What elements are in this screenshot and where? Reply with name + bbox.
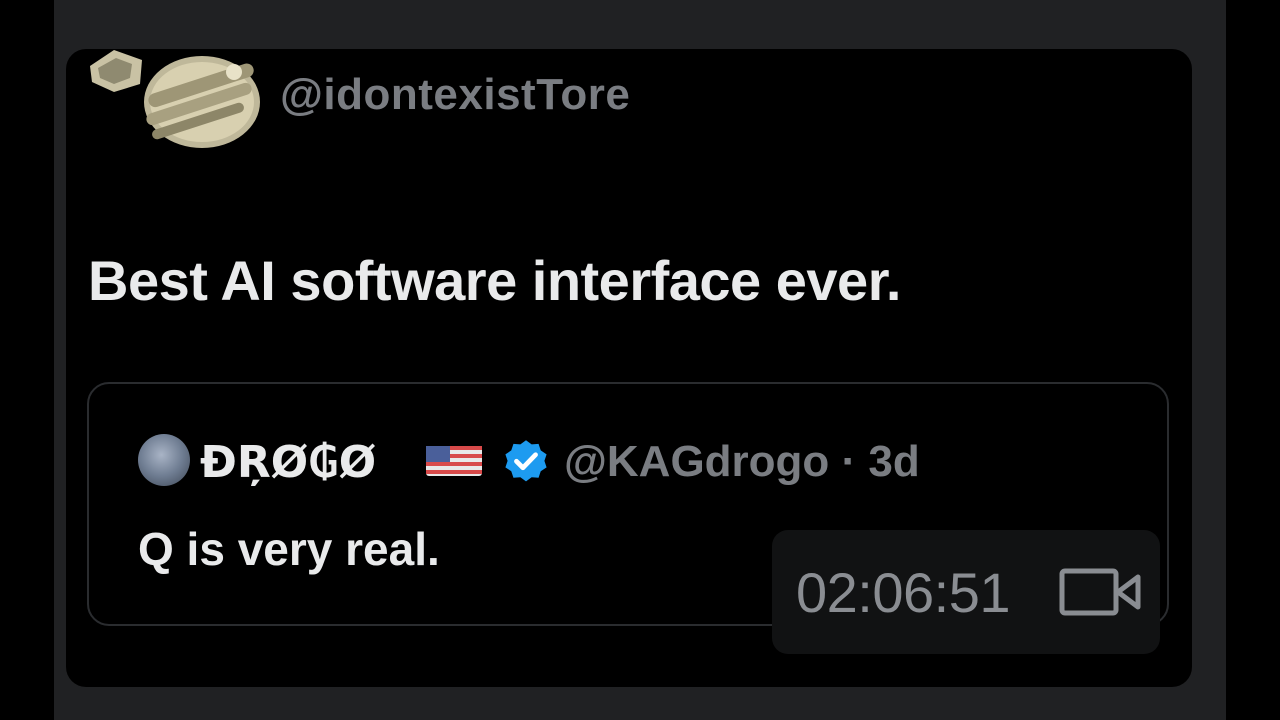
quoted-tweet-text: Q is very real. [138,523,440,575]
quoted-author-name[interactable]: ĐŖØ₲Ø [200,437,376,488]
tweet-text: Best AI software interface ever. [88,249,901,312]
video-duration: 02:06:51 [796,561,1010,624]
quoted-author-avatar[interactable] [138,434,190,486]
us-flag-icon [426,446,482,476]
quoted-author-handle-time[interactable]: @KAGdrogo · 3d [564,437,920,487]
video-camera-icon [1059,568,1141,616]
author-handle[interactable]: @idontexistTore [280,70,630,120]
verified-badge-icon [505,440,547,482]
author-avatar[interactable] [84,40,262,148]
screenshot-stage: @idontexistTore Best AI software interfa… [0,0,1280,720]
